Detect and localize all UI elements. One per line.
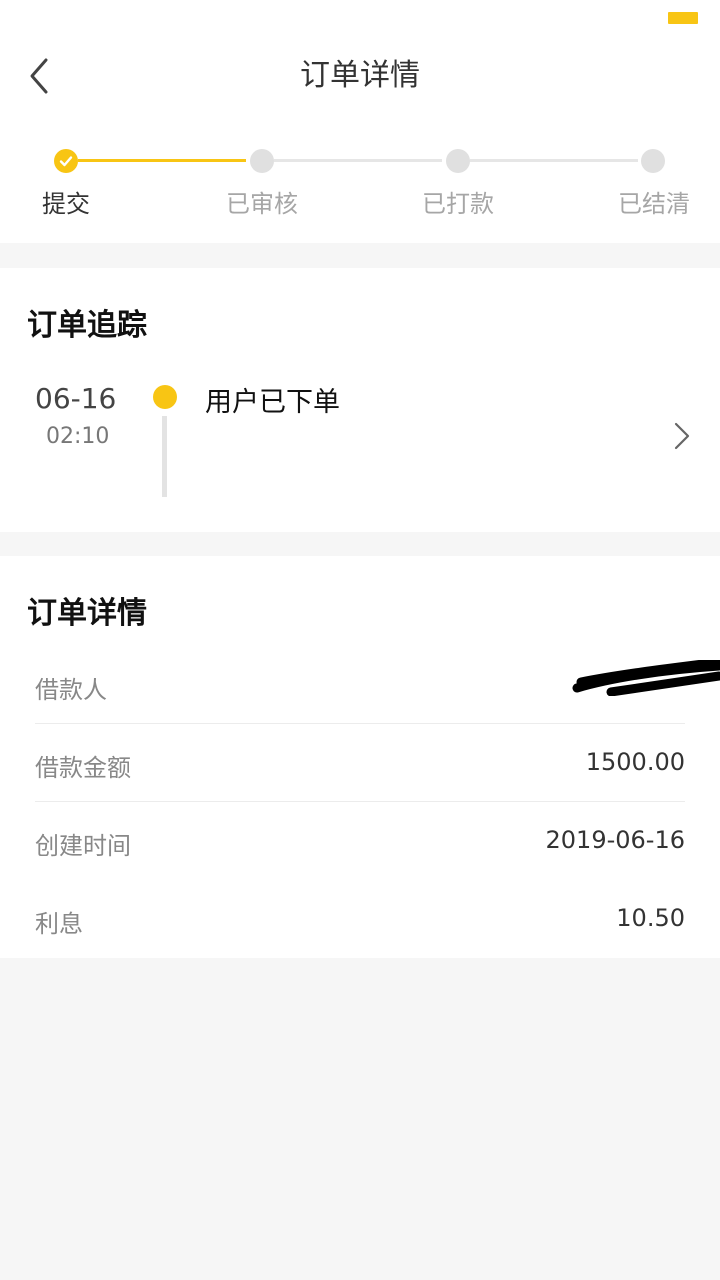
- detail-value: 10.50: [616, 904, 685, 932]
- detail-row-amount: 借款金额 1500.00: [35, 724, 685, 802]
- step-dot-reviewed: [250, 149, 274, 173]
- battery-icon: [668, 12, 698, 24]
- timeline-line: [162, 416, 167, 497]
- detail-row-interest: 利息 10.50: [35, 880, 685, 958]
- check-icon: [59, 156, 73, 167]
- detail-row-created: 创建时间 2019-06-16: [35, 802, 685, 880]
- page-title: 订单详情: [300, 58, 420, 93]
- track-event: 用户已下单: [205, 387, 340, 418]
- progress-line-2: [274, 159, 442, 162]
- detail-label: 借款金额: [35, 754, 131, 782]
- detail-label: 利息: [35, 910, 83, 938]
- track-date: 06-16: [35, 382, 117, 415]
- progress-line-1: [78, 159, 246, 162]
- detail-value: 2019-06-16: [545, 826, 685, 854]
- progress-line-3: [470, 159, 638, 162]
- nav-header: 订单详情: [0, 40, 720, 112]
- detail-label: 借款人: [35, 676, 107, 704]
- timeline-dot: [153, 385, 177, 409]
- step-label-settled: 已结清: [618, 190, 690, 218]
- detail-value: 1500.00: [585, 748, 685, 776]
- order-progress: 提交 已审核 已打款 已结清: [0, 112, 720, 243]
- order-details-card: 订单详情 借款人 借款金额 1500.00 创建时间 2019-06-16 利息…: [0, 556, 720, 958]
- chevron-right-icon[interactable]: [668, 418, 696, 454]
- step-dot-paid: [446, 149, 470, 173]
- step-label-paid: 已打款: [422, 190, 494, 218]
- redaction-mark: [572, 660, 720, 696]
- step-dot-submit: [54, 149, 78, 173]
- detail-label: 创建时间: [35, 832, 131, 860]
- tracking-title: 订单追踪: [27, 308, 147, 343]
- status-bar: [0, 0, 720, 40]
- step-label-reviewed: 已审核: [226, 190, 298, 218]
- order-tracking-card[interactable]: 订单追踪 06-16 02:10 用户已下单: [0, 268, 720, 532]
- step-dot-settled: [641, 149, 665, 173]
- order-detail-page: 订单详情 提交 已审核 已打款 已结清 订单追踪 06-16 02:10 用户已…: [0, 0, 720, 1280]
- details-title: 订单详情: [27, 596, 147, 631]
- track-time: 02:10: [46, 424, 110, 449]
- detail-row-borrower: 借款人: [35, 646, 720, 724]
- step-label-submit: 提交: [42, 190, 90, 218]
